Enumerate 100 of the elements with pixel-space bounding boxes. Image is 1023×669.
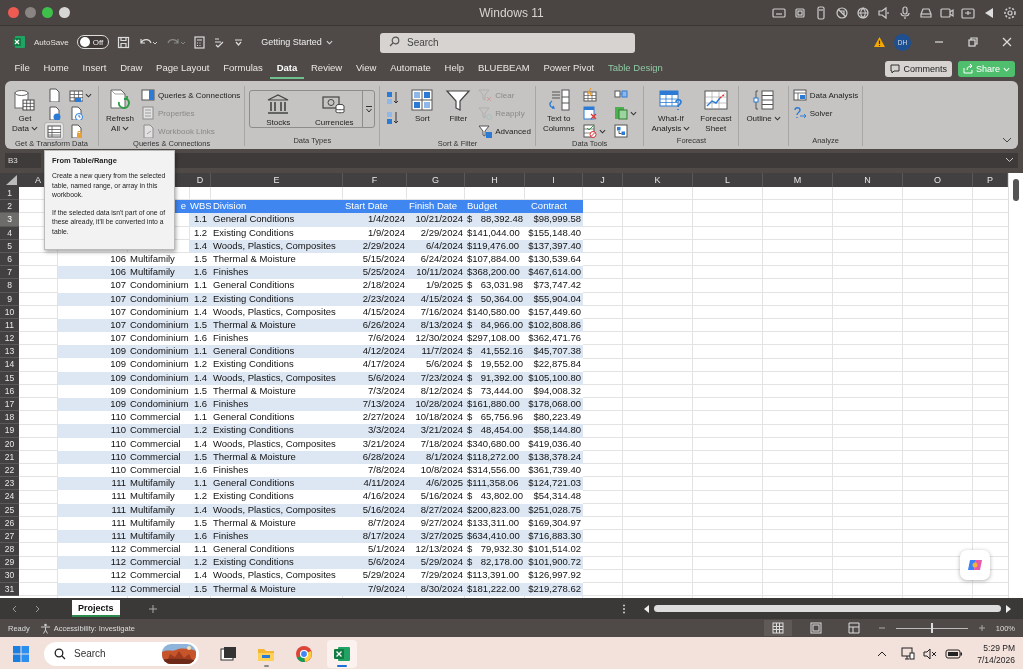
row-header[interactable]: 8: [0, 279, 19, 293]
row-header[interactable]: 2: [0, 200, 19, 214]
assistant-icon: [967, 557, 983, 573]
ribbon-icon-button[interactable]: [67, 87, 94, 103]
ribbon-button[interactable]: Queries & Connections: [141, 87, 241, 103]
ribbon-button[interactable]: Filter: [442, 86, 475, 124]
ribbon-tab[interactable]: Formulas: [216, 59, 270, 79]
table-cell: 1/4/2024: [343, 213, 407, 227]
row-header[interactable]: 1: [0, 187, 19, 201]
ribbon-button[interactable]: Data Analysis: [792, 87, 859, 103]
document-title[interactable]: Getting Started: [261, 37, 333, 47]
clock-date[interactable]: 7/14/2026: [977, 653, 1015, 666]
ribbon-button[interactable]: Forecast Sheet: [697, 86, 735, 134]
assistant-button[interactable]: [960, 550, 990, 580]
table-cell: $45,707.38: [525, 345, 583, 359]
row-header[interactable]: 14: [0, 358, 19, 372]
keyboard-icon[interactable]: [772, 5, 786, 20]
usb-icon[interactable]: [814, 5, 828, 20]
ribbon-button[interactable]: Sort: [406, 86, 439, 124]
blocked-icon[interactable]: [835, 5, 849, 20]
speaker-icon[interactable]: [877, 5, 891, 20]
globe-icon[interactable]: [856, 5, 870, 20]
table-cell: 110: [58, 424, 128, 438]
table-cell: 12/30/2024: [407, 332, 465, 346]
ribbon-button[interactable]: Get Data: [9, 86, 41, 134]
row-header[interactable]: 12: [0, 332, 19, 346]
chevron-up-icon[interactable]: [877, 649, 888, 658]
row-header[interactable]: 28: [0, 543, 19, 557]
more-options-icon[interactable]: [621, 603, 626, 614]
ribbon-tab[interactable]: Review: [304, 59, 349, 79]
row-header[interactable]: 30: [0, 569, 19, 583]
save-icon[interactable]: [117, 35, 131, 49]
ribbon-tab[interactable]: View: [349, 59, 383, 79]
ribbon-tab[interactable]: Automate: [383, 59, 438, 79]
close-icon[interactable]: [1001, 36, 1013, 48]
table-cell: Existing Conditions: [211, 490, 343, 504]
ribbon-button[interactable]: Solver: [792, 105, 859, 121]
row-header[interactable]: 29: [0, 556, 19, 570]
clock-time[interactable]: 5:29 PM: [983, 641, 1015, 654]
view-button[interactable]: [763, 620, 792, 636]
folder-icon[interactable]: [961, 5, 975, 20]
gallery-item[interactable]: Stocks: [250, 91, 307, 127]
table-cell: General Conditions: [211, 411, 343, 425]
sheet-tab[interactable]: Projects: [72, 600, 120, 617]
table-cell: Existing Conditions: [211, 556, 343, 570]
camera-icon[interactable]: [940, 5, 954, 20]
row-header[interactable]: 7: [0, 266, 19, 280]
row-header[interactable]: 19: [0, 424, 19, 438]
ribbon-tab[interactable]: Page Layout: [149, 59, 216, 79]
row-header[interactable]: 13: [0, 345, 19, 359]
ribbon-tab[interactable]: BLUEBEAM: [471, 59, 537, 79]
calculator-icon[interactable]: [194, 35, 206, 49]
row-header[interactable]: 3: [0, 213, 19, 227]
warning-icon[interactable]: [873, 36, 886, 48]
ribbon-tab[interactable]: Help: [438, 59, 471, 79]
search-field[interactable]: Search: [380, 32, 635, 53]
quick-settings-button[interactable]: [901, 647, 964, 660]
table-cell: 111: [58, 490, 128, 504]
collapse-ribbon-icon[interactable]: [1002, 136, 1012, 144]
ribbon-tab[interactable]: Table Design: [601, 59, 670, 79]
ribbon-button[interactable]: What-If Analysis: [648, 86, 694, 134]
ribbon-button[interactable]: Text to Columns: [539, 86, 578, 134]
table-cell: 5/25/2024: [343, 266, 407, 280]
table-cell: $161,880.00: [465, 398, 525, 412]
drive-icon[interactable]: [919, 5, 933, 20]
zoom-in-icon[interactable]: [977, 624, 986, 632]
ribbon-tab[interactable]: Draw: [113, 59, 149, 79]
ribbon-button[interactable]: Refresh All: [103, 86, 137, 134]
gear-icon[interactable]: [1003, 5, 1017, 20]
gallery-item[interactable]: Currencies: [306, 91, 363, 127]
row-header[interactable]: 17: [0, 398, 19, 412]
spreadsheet-app-icon[interactable]: [12, 35, 26, 49]
ribbon-button[interactable]: Outline: [743, 86, 784, 124]
window-button[interactable]: [8, 7, 19, 18]
ribbon-icon-button[interactable]: [45, 123, 63, 139]
chip-icon[interactable]: [793, 5, 807, 20]
restore-icon[interactable]: [967, 36, 979, 48]
gallery-more-button[interactable]: [362, 91, 375, 127]
ribbon-tab[interactable]: Insert: [76, 59, 113, 79]
ribbon-tab[interactable]: File: [8, 59, 37, 79]
add-sheet-icon[interactable]: [147, 603, 158, 614]
name-box[interactable]: B3: [5, 152, 41, 168]
customize-icon[interactable]: [234, 37, 244, 47]
caret-icon: [85, 92, 92, 98]
ribbon-tab[interactable]: Home: [37, 59, 76, 79]
flash-fill-icon: [583, 88, 598, 102]
row-header[interactable]: 23: [0, 477, 19, 491]
microphone-icon[interactable]: [898, 5, 912, 20]
autosave-toggle[interactable]: Off: [76, 35, 110, 49]
ribbon-button[interactable]: Advanced: [478, 123, 531, 139]
row-header[interactable]: 18: [0, 411, 19, 425]
start-icon[interactable]: [12, 644, 30, 663]
table-cell: 5/29/2024: [407, 556, 465, 570]
comments-button[interactable]: Comments: [885, 61, 952, 77]
window-button[interactable]: [42, 7, 53, 18]
window-button[interactable]: [59, 7, 70, 18]
row-header[interactable]: 24: [0, 490, 19, 504]
ribbon-tab[interactable]: Power Pivot: [537, 59, 601, 79]
ribbon-tab[interactable]: Data: [270, 59, 304, 79]
table-cell: $54,314.48: [525, 490, 583, 504]
